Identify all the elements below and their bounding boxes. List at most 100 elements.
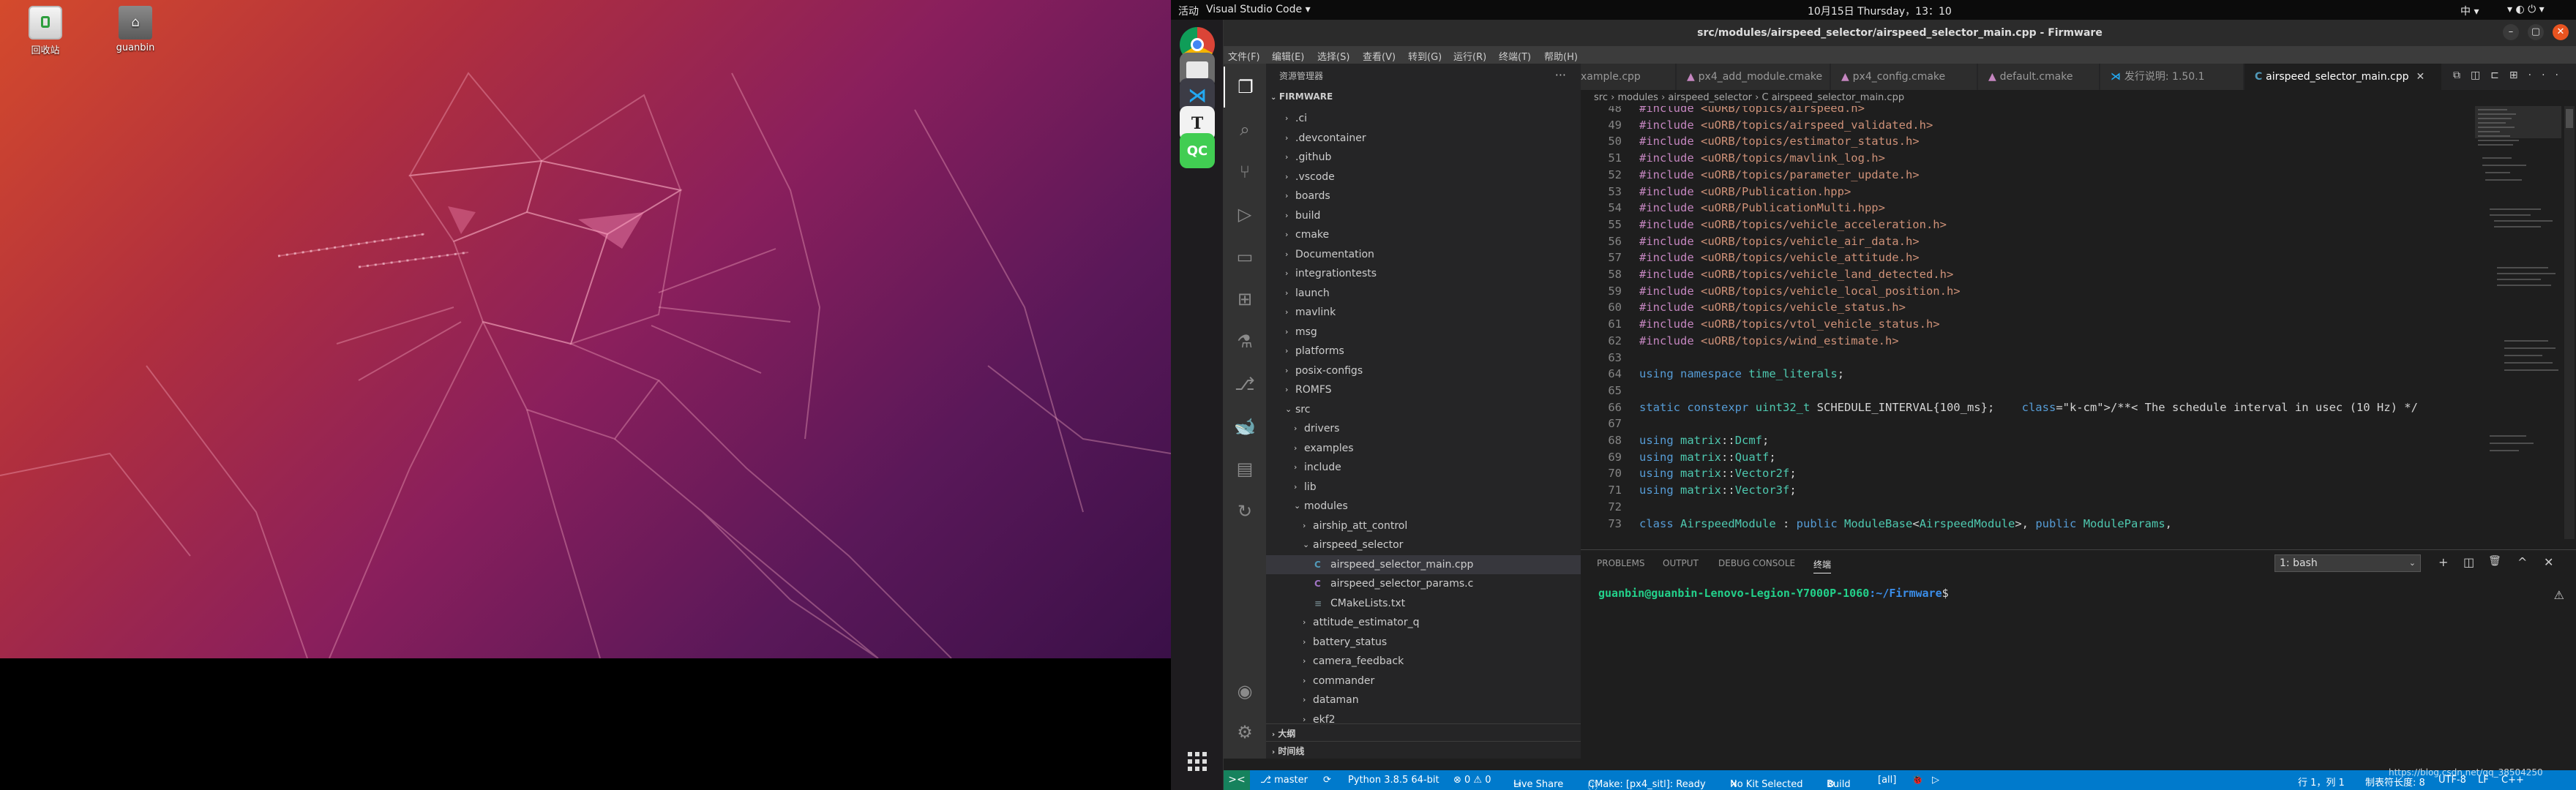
cursor-position[interactable]: 行 1，列 1 — [2298, 775, 2345, 789]
tree-item[interactable]: › commander — [1266, 672, 1581, 691]
tree-item[interactable]: › .vscode — [1266, 168, 1581, 187]
minimize-icon[interactable]: – — [2503, 24, 2519, 40]
tree-item[interactable]: › include — [1266, 458, 1581, 477]
close-icon[interactable]: ✕ — [2553, 24, 2569, 40]
app-menu-vscode[interactable]: Visual Studio Code ▾ — [1206, 4, 1311, 15]
clock[interactable]: 10月15日 Thursday，13：10 — [1808, 4, 1952, 18]
input-method-indicator[interactable]: 中 ▾ — [2460, 4, 2479, 18]
terminal-selector[interactable]: 1: bash ⌄ — [2274, 554, 2421, 572]
tree-item[interactable]: › examples — [1266, 439, 1581, 458]
tree-item[interactable]: › integrationtests — [1266, 264, 1581, 283]
tree-item[interactable]: › build — [1266, 206, 1581, 225]
tab-default-cmake[interactable]: ▲ default.cmake — [1978, 64, 2100, 90]
close-panel-icon[interactable]: ✕ — [2544, 555, 2553, 569]
tree-item[interactable]: › battery_status — [1266, 633, 1581, 652]
tab-debug-console[interactable]: DEBUG CONSOLE — [1718, 558, 1795, 568]
tree-item[interactable]: Cairspeed_selector_main.cpp — [1266, 554, 1581, 574]
remote-explorer-icon[interactable]: ▭ — [1224, 236, 1266, 277]
split-terminal-icon[interactable]: ◫ — [2463, 555, 2474, 569]
testing-icon[interactable]: ⚗ — [1224, 321, 1266, 362]
minimap[interactable] — [2475, 106, 2561, 539]
warning-icon[interactable]: ⚠ — [2554, 588, 2564, 602]
tree-item[interactable]: › launch — [1266, 284, 1581, 303]
live-share-icon[interactable]: ↻ — [1224, 491, 1266, 532]
tree-item[interactable]: › camera_feedback — [1266, 652, 1581, 671]
search-icon[interactable]: ⌕ — [1224, 109, 1266, 150]
debug-button[interactable]: 🐞 — [1912, 775, 1923, 786]
menu-edit[interactable]: 编辑(E) — [1272, 49, 1304, 63]
explorer-icon[interactable]: ❐ — [1224, 67, 1266, 108]
tree-item[interactable]: › airship_att_control — [1266, 516, 1581, 535]
tab-output[interactable]: OUTPUT — [1663, 558, 1699, 568]
tree-item[interactable]: ⌄ src — [1266, 400, 1581, 419]
more-actions-icon[interactable]: ··· — [1555, 68, 1566, 82]
remote-indicator[interactable]: >< — [1224, 770, 1250, 790]
timeline-section[interactable]: › 时间线 — [1266, 741, 1581, 760]
source-control-icon[interactable]: ⑂ — [1224, 151, 1266, 192]
tree-item[interactable]: › mavlink — [1266, 303, 1581, 322]
code-editor[interactable]: 48 #include <uORB/topics/airspeed.h> 49 #in… — [1581, 106, 2466, 539]
menu-help[interactable]: 帮助(H) — [1544, 49, 1578, 63]
tab-px4-config[interactable]: ▲ px4_config.cmake — [1831, 64, 1977, 90]
terminal-prompt[interactable]: guanbin@guanbin-Lenovo-Legion-Y7000P-106… — [1598, 587, 1949, 600]
desktop-icon-home[interactable]: ⌂ guanbin — [99, 6, 172, 53]
new-terminal-icon[interactable]: + — [2438, 555, 2448, 569]
desktop-icon-trash[interactable]: 回收站 — [9, 6, 82, 56]
maximize-panel-icon[interactable]: ^ — [2517, 555, 2527, 569]
editor-scrollbar[interactable] — [2564, 106, 2575, 539]
tab-close-icon[interactable]: ✕ — [2416, 71, 2425, 83]
breadcrumb[interactable]: src › modules › airspeed_selector › C ai… — [1581, 90, 2576, 106]
tree-item[interactable]: › .github — [1266, 148, 1581, 167]
menu-go[interactable]: 转到(G) — [1408, 49, 1442, 63]
qt-creator-icon[interactable]: QC — [1180, 133, 1215, 168]
menu-selection[interactable]: 选择(S) — [1317, 49, 1349, 63]
tree-item[interactable]: › attitude_estimator_q — [1266, 613, 1581, 632]
run-debug-icon[interactable]: ▷ — [1224, 194, 1266, 235]
tree-item[interactable]: › platforms — [1266, 342, 1581, 361]
maximize-icon[interactable]: ▢ — [2528, 24, 2544, 40]
tree-item[interactable]: › msg — [1266, 323, 1581, 342]
tree-item[interactable]: › ekf2 — [1266, 710, 1581, 726]
tab-problems[interactable]: PROBLEMS — [1597, 558, 1645, 568]
docker-icon[interactable]: 🐋 — [1224, 406, 1266, 447]
show-apps-icon[interactable] — [1180, 744, 1215, 779]
editor-actions[interactable]: ⧉◫⊏⊞··· — [2453, 69, 2569, 81]
tab-airspeed-selector-main[interactable]: C airspeed_selector_main.cpp ✕ — [2244, 64, 2442, 90]
tree-item[interactable]: › ROMFS — [1266, 380, 1581, 399]
problems-count[interactable]: ⊗ 0 ⚠ 0 — [1453, 775, 1491, 786]
tree-item[interactable]: › posix-configs — [1266, 361, 1581, 380]
sync-icon[interactable]: ⟳ — [1323, 775, 1331, 786]
menu-run[interactable]: 运行(R) — [1453, 49, 1486, 63]
tree-item[interactable]: › .ci — [1266, 109, 1581, 128]
outline-section[interactable]: › 大纲 — [1266, 723, 1581, 742]
activities-button[interactable]: 活动 — [1178, 4, 1199, 18]
tree-item[interactable]: ⌄ modules — [1266, 497, 1581, 516]
menu-terminal[interactable]: 终端(T) — [1499, 49, 1531, 63]
tab-terminal[interactable]: 终端 — [1813, 558, 1832, 573]
tree-item[interactable]: › lib — [1266, 478, 1581, 497]
run-button[interactable]: ▷ — [1932, 775, 1939, 786]
tree-item[interactable]: ⌄ airspeed_selector — [1266, 535, 1581, 554]
cmake-icon[interactable]: ▤ — [1224, 448, 1266, 489]
tree-item[interactable]: ≡ CMakeLists.txt — [1266, 594, 1581, 613]
menu-file[interactable]: 文件(F) — [1228, 49, 1260, 63]
git-branch[interactable]: ⎇ master — [1260, 775, 1308, 786]
tab-px4-add-module[interactable]: ▲ px4_add_module.cmake — [1677, 64, 1830, 90]
extensions-icon[interactable]: ⊞ — [1224, 279, 1266, 320]
tree-item[interactable]: › boards — [1266, 187, 1581, 206]
tree-item[interactable]: Cairspeed_selector_params.c — [1266, 574, 1581, 593]
tab-example-cpp[interactable]: xample.cpp — [1581, 64, 1676, 90]
git-graph-icon[interactable]: ⎇ — [1224, 364, 1266, 405]
settings-gear-icon[interactable]: ⚙ — [1224, 712, 1266, 753]
tree-item[interactable]: › .devcontainer — [1266, 129, 1581, 148]
tree-item[interactable]: › Documentation — [1266, 245, 1581, 264]
accounts-icon[interactable]: ◉ — [1224, 671, 1266, 712]
tree-item[interactable]: › cmake — [1266, 225, 1581, 244]
kill-terminal-icon[interactable]: 🗑 — [2488, 555, 2501, 567]
tab-release-notes[interactable]: ⋊ 发行说明: 1.50.1 — [2100, 64, 2244, 90]
tree-item[interactable]: › dataman — [1266, 691, 1581, 710]
build-target[interactable]: [all] — [1878, 775, 1896, 786]
menu-view[interactable]: 查看(V) — [1363, 49, 1396, 63]
python-interpreter[interactable]: Python 3.8.5 64-bit — [1348, 775, 1439, 786]
system-tray[interactable]: ▾ ◐ ⏻ ▾ — [2507, 4, 2545, 15]
